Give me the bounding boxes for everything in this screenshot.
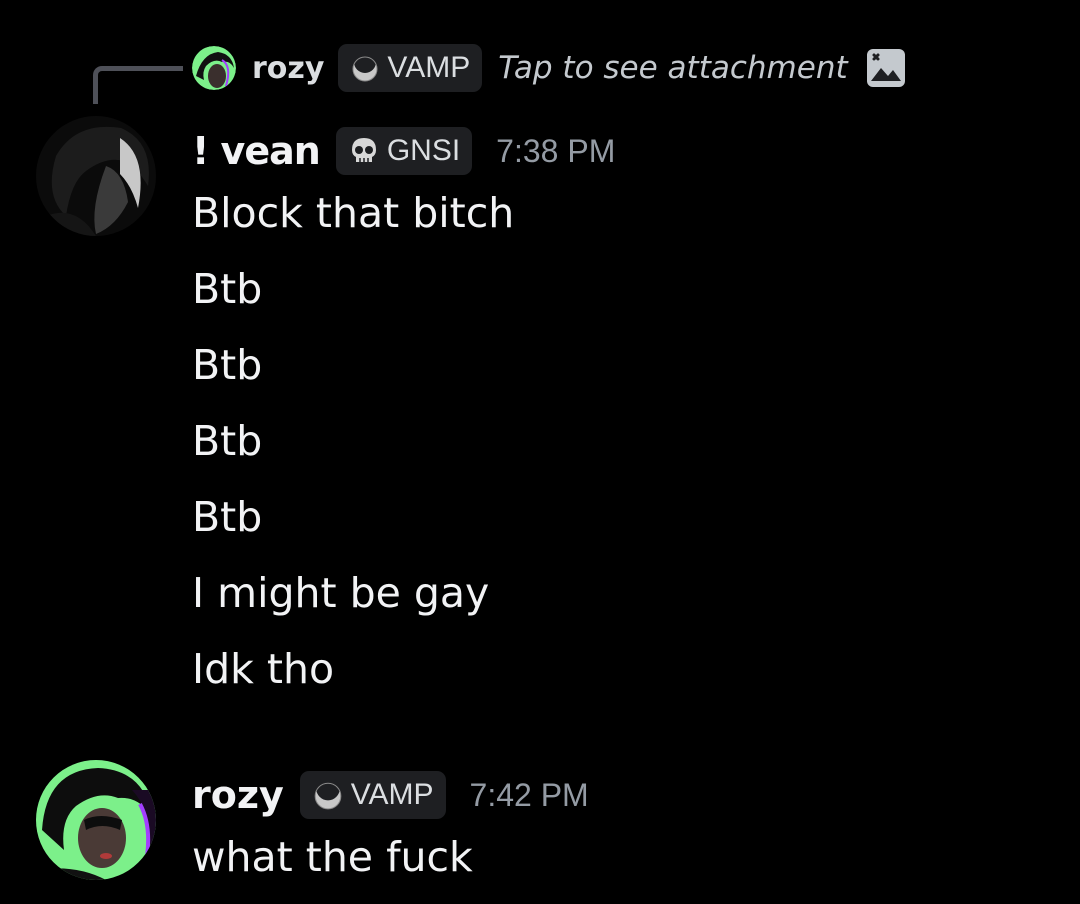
message-line[interactable]: what the fuck — [192, 832, 473, 882]
skull-icon — [351, 138, 376, 162]
reply-preview[interactable]: rozy VAMP Tap to see attachment — [192, 44, 906, 92]
reply-author-avatar[interactable] — [192, 46, 236, 90]
message-header-vean: ! vean GNSI 7:38 PM — [192, 124, 615, 178]
reply-author-tag[interactable]: VAMP — [338, 44, 483, 92]
tag-label-vean: GNSI — [386, 134, 461, 167]
message-line[interactable]: Btb — [192, 340, 262, 390]
timestamp-vean[interactable]: 7:38 PM — [496, 133, 615, 170]
timestamp-rozy[interactable]: 7:42 PM — [470, 777, 589, 814]
crescent-moon-icon — [314, 779, 342, 810]
author-name-vean[interactable]: ! vean — [192, 129, 321, 173]
avatar-vean[interactable] — [36, 116, 156, 236]
tag-label-rozy: VAMP — [350, 778, 434, 811]
crescent-moon-icon — [352, 53, 378, 82]
reply-author-name[interactable]: rozy — [252, 51, 324, 86]
message-header-rozy: rozy VAMP 7:42 PM — [192, 768, 589, 822]
message-line[interactable]: Idk tho — [192, 644, 334, 694]
message-line[interactable]: I might be gay — [192, 568, 489, 618]
message-line[interactable]: Block that bitch — [192, 188, 514, 238]
author-name-rozy[interactable]: rozy — [192, 773, 284, 817]
image-icon — [866, 49, 905, 87]
message-line[interactable]: Btb — [192, 492, 262, 542]
reply-content[interactable]: Tap to see attachment — [498, 50, 847, 86]
message-line[interactable]: Btb — [192, 264, 262, 314]
message-line[interactable]: Btb — [192, 416, 262, 466]
avatar-rozy[interactable] — [36, 760, 156, 880]
reply-connector — [93, 66, 183, 104]
author-tag-vean[interactable]: GNSI — [335, 127, 473, 175]
author-tag-rozy[interactable]: VAMP — [299, 771, 446, 819]
reply-tag-label: VAMP — [387, 51, 471, 84]
